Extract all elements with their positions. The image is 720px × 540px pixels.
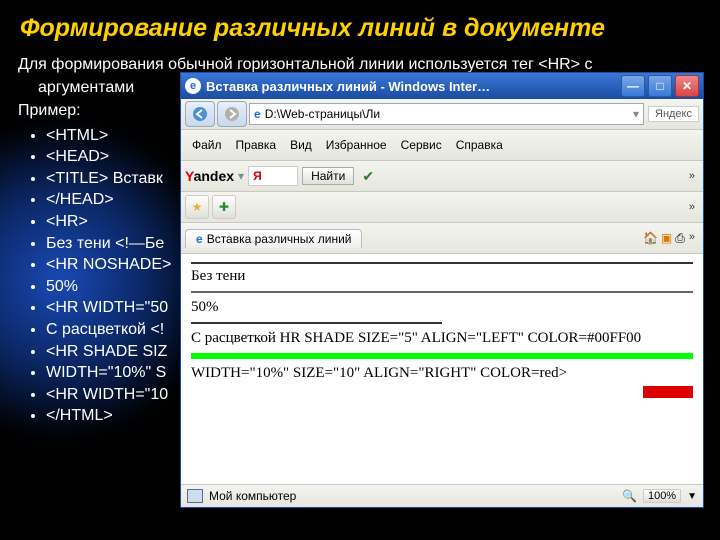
ie-favicon-icon: e <box>185 78 201 94</box>
overflow-icon[interactable]: » <box>685 170 699 182</box>
hr-noshade <box>191 291 693 293</box>
status-bar: Мой компьютер 🔍 100% ▼ <box>181 484 703 507</box>
address-row: e D:\Web-страницы\Ли ▾ Яндекс <box>181 99 703 130</box>
tab-label: Вставка различных линий <box>207 232 352 246</box>
hr-half-width <box>191 322 442 324</box>
forward-button[interactable] <box>217 101 247 127</box>
chevron-down-icon[interactable]: ▾ <box>633 107 639 121</box>
ie-favicon-small-icon: e <box>254 107 261 121</box>
arrow-left-icon <box>192 106 208 122</box>
text-red: WIDTH="10%" SIZE="10" ALIGN="RIGHT" COLO… <box>191 365 693 382</box>
zoom-icon[interactable]: 🔍 <box>622 489 637 503</box>
arrow-right-icon <box>224 106 240 122</box>
hr-green-shade <box>191 353 693 359</box>
address-text: D:\Web-страницы\Ли <box>265 107 380 121</box>
menu-view[interactable]: Вид <box>290 138 312 152</box>
menu-file[interactable]: Файл <box>192 138 222 152</box>
menu-edit[interactable]: Правка <box>236 138 277 152</box>
browser-window: e Вставка различных линий - Windows Inte… <box>180 72 704 508</box>
text-no-shadow: Без тени <box>191 268 693 285</box>
computer-icon <box>187 489 203 503</box>
close-button[interactable]: ✕ <box>675 75 699 97</box>
rss-icon[interactable]: ▣ <box>661 231 672 246</box>
menu-help[interactable]: Справка <box>456 138 503 152</box>
yandex-search-input[interactable]: Я <box>248 166 298 186</box>
check-icon[interactable]: ✔ <box>362 168 374 185</box>
tool-row: ★ ✚ » <box>181 192 703 223</box>
maximize-button[interactable]: □ <box>648 75 672 97</box>
yandex-find-button[interactable]: Найти <box>302 167 354 185</box>
address-input[interactable]: e D:\Web-страницы\Ли ▾ <box>249 103 644 125</box>
menu-favorites[interactable]: Избранное <box>326 138 387 152</box>
home-icon[interactable]: 🏠 <box>643 231 658 246</box>
yandex-toolbar: Yandex ▾ Я Найти ✔ » <box>181 161 703 192</box>
print-icon[interactable]: ⎙ <box>675 231 685 246</box>
slide-title: Формирование различных линий в документе <box>20 14 702 43</box>
yandex-logo[interactable]: Yandex <box>185 168 234 184</box>
search-provider-label[interactable]: Яндекс <box>648 106 699 122</box>
page-content: Без тени 50% С расцветкой HR SHADE SIZE=… <box>181 254 703 484</box>
menu-bar: Файл Правка Вид Избранное Сервис Справка <box>181 130 703 161</box>
minimize-button[interactable]: — <box>621 75 645 97</box>
overflow-icon[interactable]: » <box>685 201 699 213</box>
menu-service[interactable]: Сервис <box>401 138 442 152</box>
back-button[interactable] <box>185 101 215 127</box>
window-titlebar[interactable]: e Вставка различных линий - Windows Inte… <box>181 73 703 99</box>
hr-red-right <box>643 386 693 398</box>
status-zone: Мой компьютер <box>209 489 296 503</box>
chevron-down-icon[interactable]: ▼ <box>687 491 697 502</box>
favorites-star-icon[interactable]: ★ <box>185 195 209 219</box>
zoom-level[interactable]: 100% <box>643 489 681 503</box>
chevron-down-icon[interactable]: ▾ <box>238 169 244 183</box>
tab-row: e Вставка различных линий 🏠 ▣ ⎙ » <box>181 223 703 254</box>
text-fifty: 50% <box>191 299 693 316</box>
tab-current[interactable]: e Вставка различных линий <box>185 229 362 248</box>
overflow-icon[interactable]: » <box>685 231 699 246</box>
hr-default <box>191 262 693 264</box>
text-shade: С расцветкой HR SHADE SIZE="5" ALIGN="LE… <box>191 330 693 347</box>
ie-favicon-small-icon: e <box>196 232 203 246</box>
window-title: Вставка различных линий - Windows Inter… <box>206 79 621 94</box>
add-favorite-icon[interactable]: ✚ <box>212 195 236 219</box>
